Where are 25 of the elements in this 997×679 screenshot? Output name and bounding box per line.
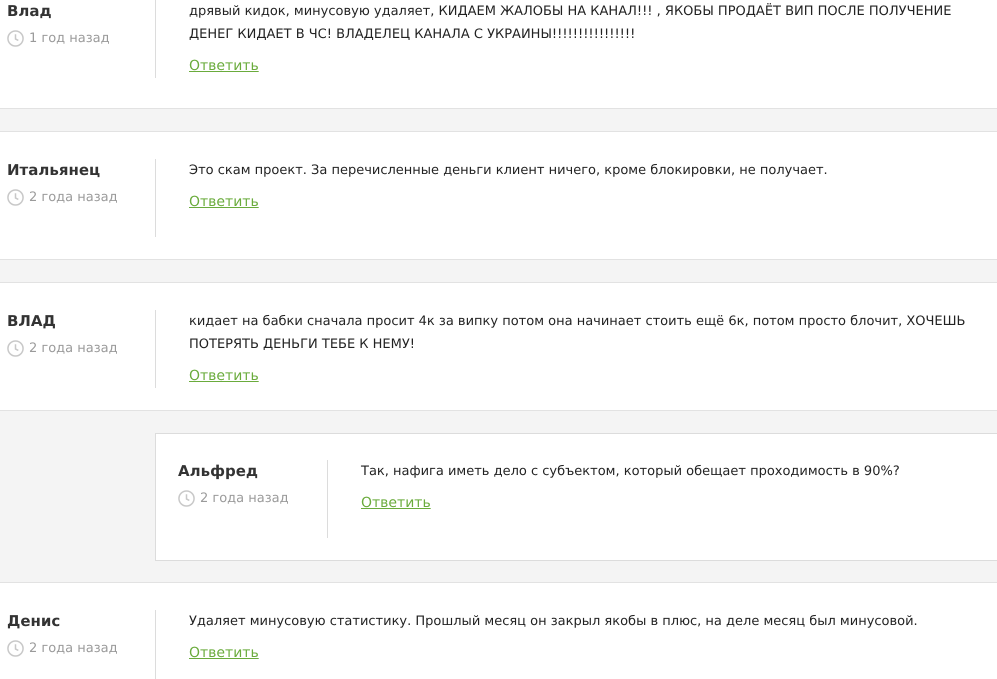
comment-author: Альфред <box>178 462 259 480</box>
comment-time: 1 год назад <box>29 31 110 46</box>
comment-author: ВЛАД <box>7 312 57 330</box>
comment-text: кидает на бабки сначала просит 4к за випку потом она начинает стоить ещё 6к, потом просто блочит, ХОЧЕШЬ ПОТЕРЯТЬ ДЕНЬГИ ТЕБЕ К НЕМУ! <box>189 313 966 354</box>
reply-link[interactable]: Ответить <box>189 58 259 74</box>
comment-time: 2 года назад <box>29 641 118 656</box>
clock-icon <box>7 189 24 206</box>
comment-author: Влад <box>7 2 53 20</box>
clock-icon <box>7 640 24 657</box>
comment-text: дрявый кидок, минусовую удаляет, КИДАЕМ ЖАЛОБЫ НА КАНАЛ!!! , ЯКОБЫ ПРОДАЁТ ВИП ПОСЛЕ ПОЛУЧЕНИЕ ДЕНЕГ КИДАЕТ В ЧС! ВЛАДЕЛЕЦ КАНАЛА С УКРАИНЫ!!!!!!!!!!!!!!!! <box>189 2 952 44</box>
reply-link[interactable]: Ответить <box>189 194 259 210</box>
reply-link[interactable]: Ответить <box>189 368 259 384</box>
comment-text: Это скам проект. За перечисленные деньги клиент ничего, кроме блокировки, не получает. <box>189 162 829 180</box>
comment-time: 2 года назад <box>29 190 118 205</box>
clock-icon <box>7 340 24 357</box>
reply-link[interactable]: Ответить <box>361 495 431 511</box>
reply-link[interactable]: Ответить <box>189 645 259 661</box>
clock-icon <box>178 490 195 507</box>
comment-time: 2 года назад <box>29 341 118 356</box>
clock-icon <box>7 30 24 47</box>
comment-text: Удаляет минусовую статистику. Прошлый месяц он закрыл якобы в плюс, на деле месяц был минусовой. <box>189 613 919 631</box>
comment-text: Так, нафига иметь дело с субъектом, который обещает проходимость в 90%? <box>361 463 901 481</box>
comment-author: Итальянец <box>7 161 102 179</box>
comment-author: Денис <box>7 612 62 630</box>
comment-time: 2 года назад <box>200 491 289 506</box>
